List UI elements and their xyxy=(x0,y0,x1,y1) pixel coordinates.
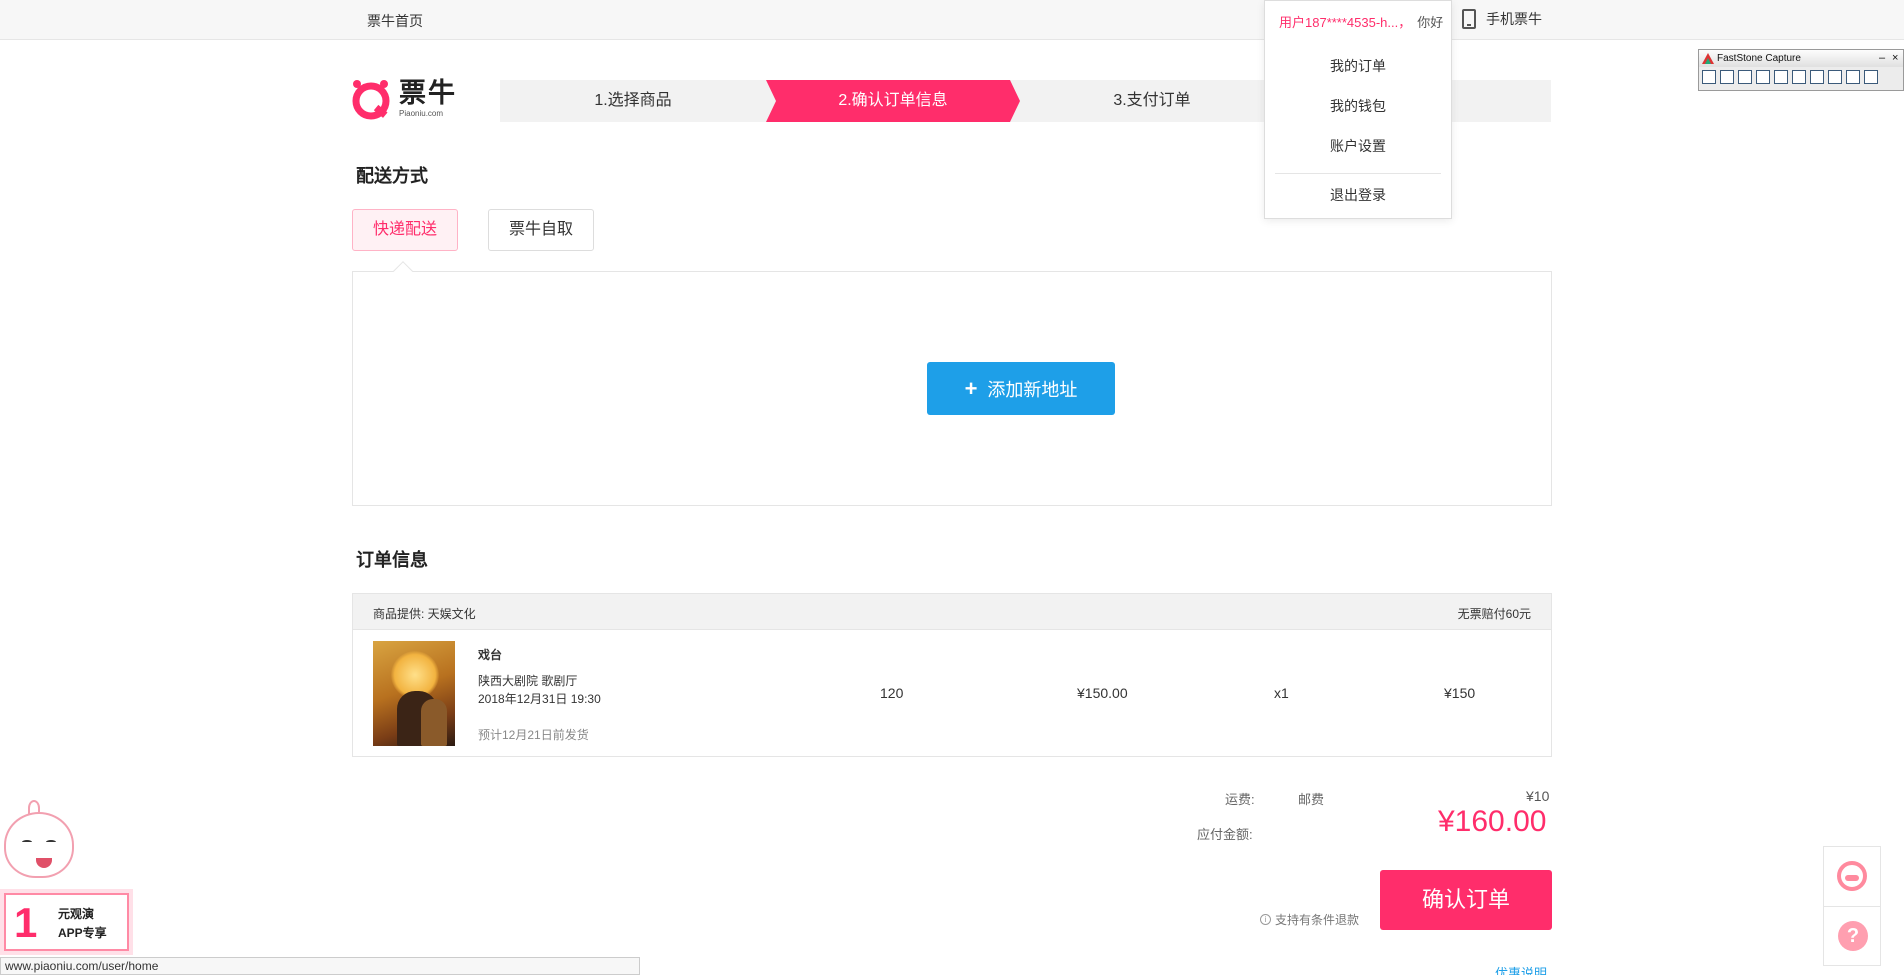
capture-video-icon[interactable] xyxy=(1828,70,1842,84)
menu-my-orders[interactable]: 我的订单 xyxy=(1265,56,1451,76)
customer-service-icon[interactable] xyxy=(1837,861,1867,891)
capture-freehand-icon[interactable] xyxy=(1756,70,1770,84)
home-link[interactable]: 票牛首页 xyxy=(367,11,423,31)
user-greeting: 用户187****4535-h...， 你好 xyxy=(1279,12,1443,31)
piaoniu-logo-mark xyxy=(352,80,390,120)
side-service-panel: ? xyxy=(1823,846,1881,966)
capture-window-icon[interactable] xyxy=(1702,70,1716,84)
item-venue: 陕西大剧院 歌剧厅 xyxy=(478,674,578,688)
mobile-app-label: 手机票牛 xyxy=(1486,11,1542,27)
order-section-title: 订单信息 xyxy=(356,550,428,570)
capture-fullscreen-icon[interactable] xyxy=(1774,70,1788,84)
info-icon: i xyxy=(1260,914,1271,925)
app-promo-badge[interactable]: 1 元观演 APP专享 xyxy=(0,800,135,955)
greeting-text: 你好 xyxy=(1417,15,1444,30)
promo-line1: 元观演 xyxy=(58,907,95,921)
item-subtotal: ¥150 xyxy=(1444,685,1476,701)
menu-account-settings[interactable]: 账户设置 xyxy=(1265,136,1451,156)
plus-icon: + xyxy=(964,375,978,401)
help-icon[interactable]: ? xyxy=(1838,921,1868,951)
logo-en: Piaoniu.com xyxy=(399,109,444,118)
mascot-image xyxy=(4,812,74,878)
add-address-button[interactable]: + 添加新地址 xyxy=(927,362,1115,415)
promo-number: 1 xyxy=(14,899,38,946)
shipping-label: 运费: xyxy=(1225,792,1255,807)
quantity: x1 xyxy=(1274,685,1289,701)
refund-note: i 支持有条件退款 xyxy=(1260,911,1359,928)
mobile-app-link[interactable]: 手机票牛 xyxy=(1462,9,1542,29)
confirm-order-button[interactable]: 确认订单 xyxy=(1380,870,1552,930)
shipping-fee: ¥10 xyxy=(1526,788,1550,804)
status-bar-url: www.piaoniu.com/user/home xyxy=(0,957,640,975)
compensation-text: 无票赔付60元 xyxy=(1457,607,1531,621)
tab-express-delivery[interactable]: 快递配送 xyxy=(352,209,458,251)
item-shipping-note: 预计12月21日前发货 xyxy=(478,728,589,742)
total-label: 应付金额: xyxy=(1197,827,1253,842)
ticket-face-price: 120 xyxy=(880,685,904,701)
faststone-logo-icon xyxy=(1702,53,1714,64)
promo-ticket: 1 元观演 APP专享 xyxy=(4,893,129,951)
username-link[interactable]: 用户187****4535-h...， xyxy=(1279,15,1411,30)
menu-logout[interactable]: 退出登录 xyxy=(1265,185,1451,205)
logo-cn: 票牛 xyxy=(399,78,457,108)
item-info: 戏台 陕西大剧院 歌剧厅 2018年12月31日 19:30 预计12月21日前… xyxy=(478,646,601,743)
event-poster-image[interactable] xyxy=(373,641,455,746)
capture-fixed-icon[interactable] xyxy=(1810,70,1824,84)
total-amount: ¥160.00 xyxy=(1438,805,1547,838)
discount-info-link[interactable]: 优惠说明 xyxy=(1495,963,1547,975)
item-name[interactable]: 戏台 xyxy=(478,646,601,663)
capture-rectangle-icon[interactable] xyxy=(1738,70,1752,84)
faststone-minimize-button[interactable]: – xyxy=(1879,50,1885,67)
phone-icon xyxy=(1462,9,1476,29)
capture-object-icon[interactable] xyxy=(1720,70,1734,84)
item-datetime: 2018年12月31日 19:30 xyxy=(478,692,601,706)
piaoniu-logo[interactable]: 票牛 Piaoniu.com xyxy=(351,78,457,120)
user-dropdown-menu: 用户187****4535-h...， 你好 我的订单 我的钱包 账户设置 退出登… xyxy=(1264,0,1452,219)
step-pay-order: 3.支付订单 xyxy=(1113,92,1191,109)
capture-scrolling-icon[interactable] xyxy=(1792,70,1806,84)
menu-my-wallet[interactable]: 我的钱包 xyxy=(1265,96,1451,116)
refund-note-text: 支持有条件退款 xyxy=(1275,913,1360,927)
faststone-tools xyxy=(1702,70,1878,84)
order-table-header: 商品提供: 天娱文化 无票赔付60元 xyxy=(353,594,1551,630)
provider-text: 商品提供: 天娱文化 xyxy=(373,607,476,621)
promo-line2: APP专享 xyxy=(58,926,107,940)
faststone-settings-icon[interactable] xyxy=(1864,70,1878,84)
output-settings-icon[interactable] xyxy=(1846,70,1860,84)
logo-text: 票牛 Piaoniu.com xyxy=(399,78,457,118)
faststone-close-button[interactable]: × xyxy=(1892,50,1898,67)
add-address-label: 添加新地址 xyxy=(987,379,1078,400)
delivery-section-title: 配送方式 xyxy=(356,166,428,186)
tab-self-pickup[interactable]: 票牛自取 xyxy=(488,209,594,251)
step-confirm-order: 2.确认订单信息 xyxy=(838,92,948,109)
shipping-type: 邮费 xyxy=(1298,792,1325,807)
faststone-capture-toolbar: FastStone Capture – × xyxy=(1698,49,1904,91)
order-table: 商品提供: 天娱文化 无票赔付60元 戏台 陕西大剧院 歌剧厅 2018年12月… xyxy=(352,593,1552,757)
unit-price: ¥150.00 xyxy=(1077,685,1128,701)
step-select-product: 1.选择商品 xyxy=(594,92,672,109)
faststone-title: FastStone Capture xyxy=(1699,50,1903,67)
top-bar: 票牛首页 手机票牛 xyxy=(0,0,1904,40)
menu-divider xyxy=(1275,173,1441,174)
